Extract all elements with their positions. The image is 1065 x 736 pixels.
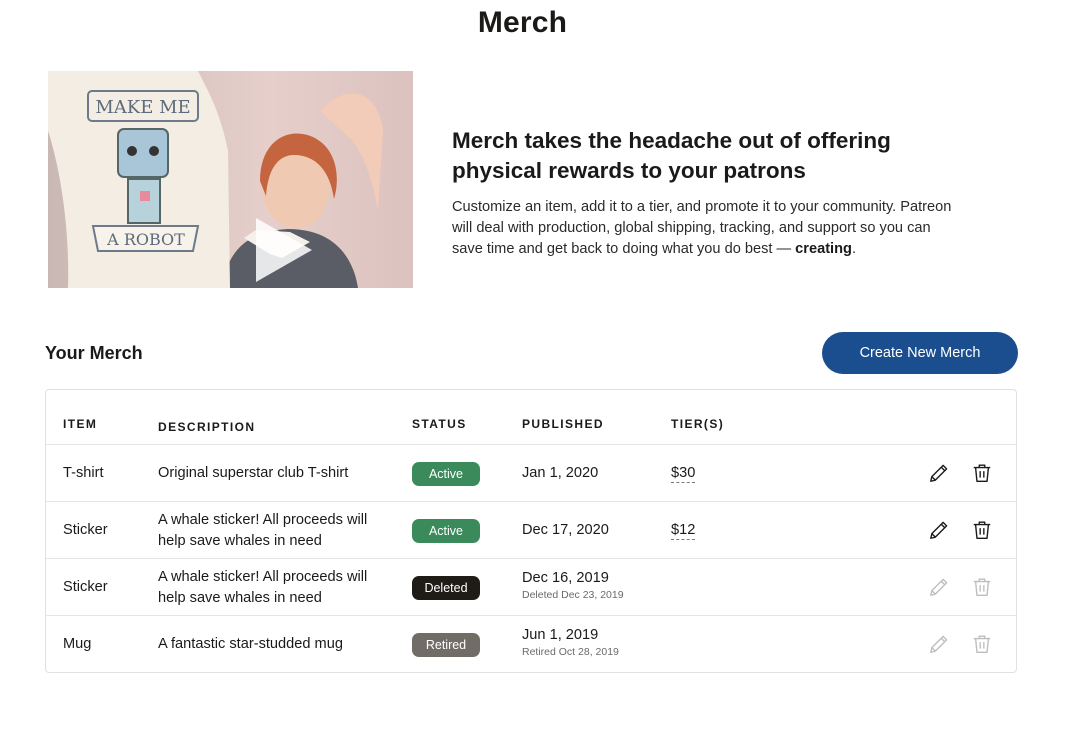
- header-description: DESCRIPTION: [158, 420, 256, 434]
- status-badge: Active: [412, 462, 480, 486]
- intro-body-bold: creating: [795, 241, 852, 257]
- page-title: Merch: [477, 6, 568, 39]
- intro-body-end: .: [851, 241, 857, 257]
- header-item: ITEM: [63, 417, 98, 431]
- published-note: Retired Oct 28, 2019: [522, 646, 619, 658]
- edit-pencil-icon: [930, 635, 948, 653]
- row-tier[interactable]: $12: [671, 522, 696, 540]
- intro-video[interactable]: MAKE ME A ROBOT: [48, 71, 413, 288]
- row-published: Jan 1, 2020: [522, 465, 599, 481]
- header-published: PUBLISHED: [522, 417, 604, 431]
- merch-table: ITEM DESCRIPTION STATUS PUBLISHED TIER(S…: [45, 389, 1017, 673]
- status-badge: Active: [412, 519, 480, 543]
- row-item: T-shirt: [63, 465, 104, 481]
- row-description: A fantastic star-studded mug: [158, 636, 343, 652]
- row-published: Jun 1, 2019 Retired Oct 28, 2019: [522, 627, 619, 658]
- video-thumbnail: MAKE ME A ROBOT: [48, 71, 413, 288]
- intro-body-text: Customize an item, add it to a tier, and…: [452, 199, 952, 257]
- trash-icon[interactable]: [971, 462, 993, 484]
- create-new-merch-button[interactable]: Create New Merch: [822, 332, 1018, 374]
- shirt-text-top: MAKE ME: [95, 97, 190, 118]
- header-status: STATUS: [412, 417, 467, 431]
- row-item: Sticker: [63, 579, 108, 595]
- table-row: Sticker A whale sticker! All proceeds wi…: [46, 558, 1016, 616]
- section-title: Your Merch: [45, 343, 143, 363]
- published-date: Dec 16, 2019: [522, 570, 609, 586]
- row-published: Dec 17, 2020: [522, 522, 609, 538]
- status-badge: Retired: [412, 633, 480, 657]
- play-icon[interactable]: [256, 218, 312, 282]
- edit-pencil-icon: [930, 578, 948, 596]
- intro-section: Merch takes the headache out of offering…: [452, 126, 952, 260]
- row-tier[interactable]: $30: [671, 465, 696, 483]
- status-badge: Deleted: [412, 576, 480, 600]
- edit-pencil-icon[interactable]: [928, 519, 950, 541]
- intro-heading: Merch takes the headache out of offering…: [452, 128, 891, 183]
- row-item: Mug: [63, 636, 92, 652]
- published-note: Deleted Dec 23, 2019: [522, 589, 624, 601]
- published-date: Jun 1, 2019: [522, 627, 599, 643]
- row-published: Dec 16, 2019 Deleted Dec 23, 2019: [522, 570, 624, 601]
- row-description: A whale sticker! All proceeds will help …: [158, 512, 368, 549]
- trash-icon: [973, 635, 991, 653]
- trash-icon[interactable]: [971, 519, 993, 541]
- edit-pencil-icon[interactable]: [928, 462, 950, 484]
- shirt-text-bottom: A ROBOT: [106, 230, 185, 249]
- row-description: A whale sticker! All proceeds will help …: [158, 569, 368, 606]
- trash-icon: [973, 578, 991, 596]
- table-row: T-shirt Original superstar club T-shirt …: [46, 444, 1016, 502]
- table-row: Sticker A whale sticker! All proceeds wi…: [46, 501, 1016, 559]
- header-tiers: TIER(S): [671, 417, 725, 431]
- intro-body: Customize an item, add it to a tier, and…: [452, 197, 952, 260]
- row-description: Original superstar club T-shirt: [158, 465, 349, 481]
- row-item: Sticker: [63, 522, 108, 538]
- table-row: Mug A fantastic star-studded mug Retired…: [46, 615, 1016, 673]
